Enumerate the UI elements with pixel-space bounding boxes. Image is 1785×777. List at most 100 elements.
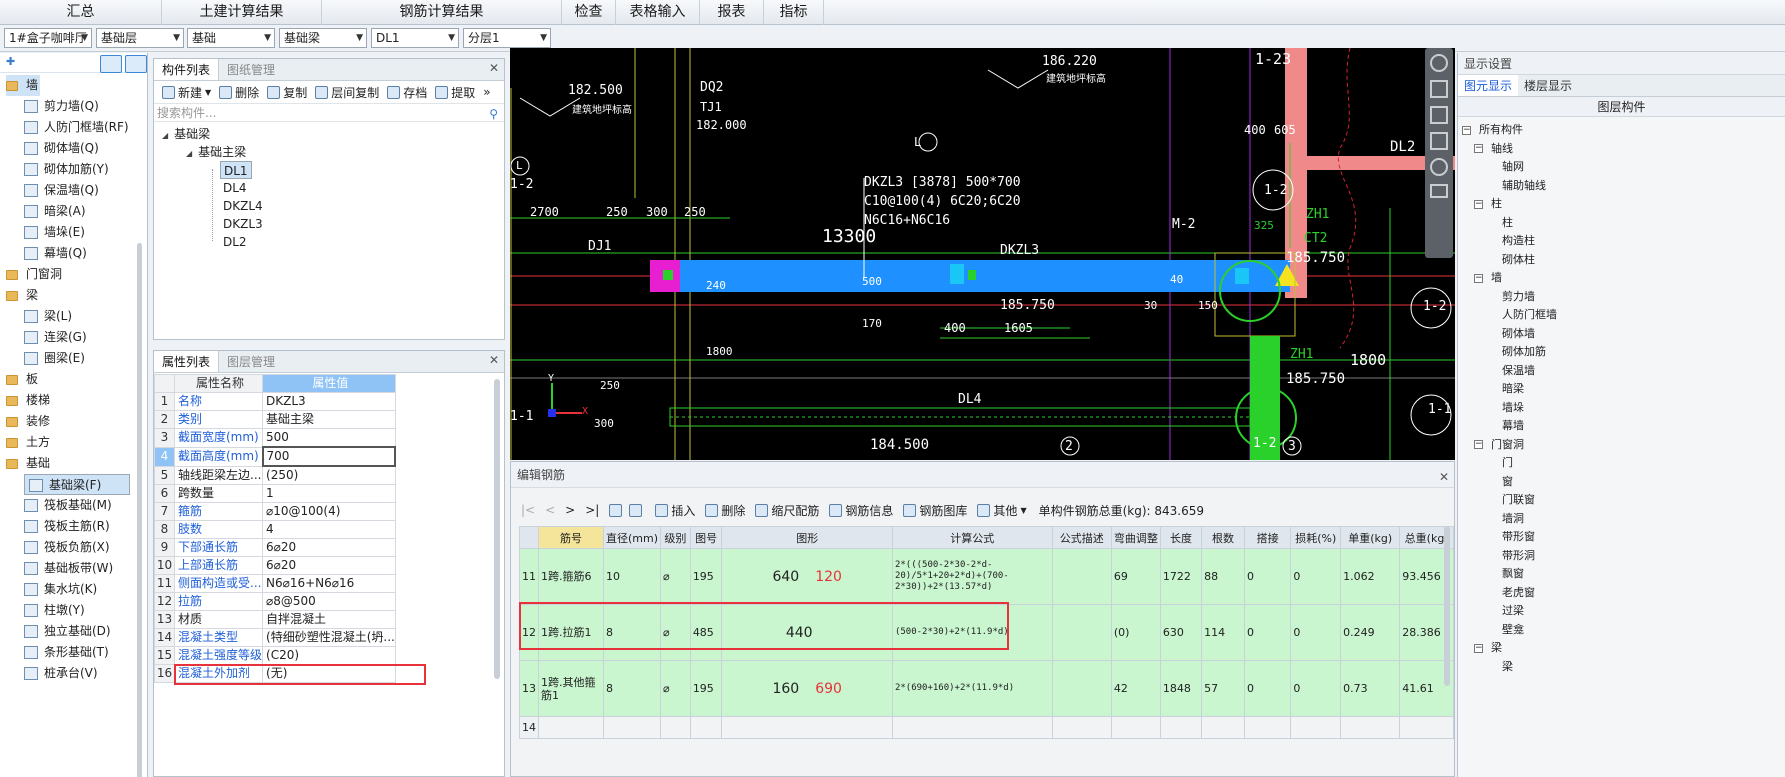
rebar-count[interactable]: 57 (1201, 660, 1245, 717)
rebar-name[interactable]: 1跨.箍筋6 (537, 548, 605, 605)
layer-tree-item[interactable]: 墙垛 (1502, 399, 1524, 417)
rebar-shape[interactable] (721, 716, 893, 739)
next-icon[interactable]: > (565, 503, 575, 517)
rebar-grade[interactable]: ⌀ (660, 548, 691, 605)
tree-category[interactable]: 板 (6, 369, 136, 390)
tree-component-item[interactable]: 条形基础(T) (24, 642, 130, 663)
rebar-column-header[interactable]: 根数 (1201, 526, 1245, 549)
rebar-len[interactable]: 1722 (1159, 548, 1203, 605)
layer-tree-item[interactable]: 老虎窗 (1502, 584, 1535, 602)
layer-tree-item[interactable]: 轴网 (1502, 158, 1524, 176)
rebar-column-header[interactable]: 计算公式 (891, 526, 1053, 549)
tree-component-item[interactable]: 墙垛(E) (24, 222, 130, 243)
menu-civil-results[interactable]: 土建计算结果 (162, 0, 322, 25)
tree-component-item[interactable]: 筏板主筋(R) (24, 516, 130, 537)
layer-tree-item[interactable]: 砌体加筋 (1502, 343, 1546, 361)
property-value[interactable]: 500 (262, 428, 396, 448)
rebar-grade[interactable]: ⌀ (660, 660, 691, 717)
rebar-total[interactable] (1399, 716, 1454, 739)
collapse-box-icon[interactable]: − (1474, 643, 1483, 653)
item-select[interactable]: DL1 ▼ (371, 28, 459, 48)
tree-component-item[interactable]: 剪力墙(Q) (24, 96, 130, 117)
cube-icon[interactable] (1430, 80, 1448, 98)
rebar-fig[interactable]: 195 (689, 548, 723, 605)
layer-tree-item[interactable]: 构造柱 (1502, 232, 1535, 250)
layer-tree-item[interactable]: 壁龛 (1502, 621, 1524, 639)
layer-tree-item[interactable]: − 柱 (1474, 195, 1502, 213)
tree-component-item[interactable]: 筏板基础(M) (24, 495, 130, 516)
layer-tree-item[interactable]: 带形窗 (1502, 528, 1535, 546)
property-row[interactable]: 14 混凝土类型 (特细砂塑性混凝土(坍... (154, 628, 396, 647)
tab-element-display[interactable]: 图元显示 (1458, 75, 1519, 96)
rebar-bend[interactable]: 42 (1110, 660, 1161, 717)
property-row[interactable]: 3 截面宽度(mm) 500 (154, 428, 396, 448)
menu-table-input[interactable]: 表格输入 (616, 0, 700, 25)
first-icon[interactable]: |< (521, 503, 535, 517)
layer-tree-item[interactable]: − 门窗洞 (1474, 436, 1524, 454)
layers-icon[interactable] (1430, 106, 1448, 124)
rebar-shape[interactable]: 640 120 (721, 548, 893, 605)
tree-component-item[interactable]: 连梁(G) (24, 327, 130, 348)
layer-tree-item[interactable]: 柱 (1502, 214, 1513, 232)
list-view-icon[interactable] (100, 55, 122, 73)
tab-drawing-management[interactable]: 图纸管理 (219, 59, 283, 80)
collapse-box-icon[interactable]: − (1474, 273, 1483, 283)
property-row[interactable]: 12 拉筋 ⌀8@500 (154, 592, 396, 611)
copy-button[interactable]: 复制 (267, 84, 307, 101)
tree-node-root[interactable]: ◢ 基础梁 (162, 125, 210, 143)
property-value[interactable]: ⌀10@100(4) (262, 502, 396, 521)
tree-category[interactable]: 楼梯 (6, 390, 136, 411)
property-value[interactable]: (C20) (262, 646, 396, 665)
rebar-count[interactable]: 114 (1201, 604, 1245, 661)
rebar-desc[interactable] (1051, 716, 1112, 739)
tree-category[interactable]: 墙 (6, 75, 40, 96)
rebar-column-header[interactable]: 图号 (689, 526, 723, 549)
rebar-column-header[interactable]: 长度 (1159, 526, 1203, 549)
property-value[interactable]: ⌀8@500 (262, 592, 396, 611)
rebar-row[interactable]: 13 1跨.其他箍筋1 8 ⌀ 195 160 690 2*(690+160)+2*(11.9… (519, 660, 1454, 717)
layer-tree-item[interactable]: 飘窗 (1502, 565, 1524, 583)
rebar-column-header[interactable]: 单重(kg) (1340, 526, 1401, 549)
rebar-dia[interactable] (603, 716, 662, 739)
rebar-lap[interactable]: 0 (1243, 660, 1292, 717)
tree-component-item[interactable]: 桩承台(V) (24, 663, 130, 684)
rebar-fig[interactable] (689, 716, 723, 739)
rebar-len[interactable]: 1848 (1159, 660, 1203, 717)
archive-button[interactable]: 存档 (387, 84, 427, 101)
tree-node-group[interactable]: ◢ 基础主梁 (186, 143, 246, 161)
tree-component-item[interactable]: 幕墙(Q) (24, 243, 130, 264)
rebar-count[interactable] (1201, 716, 1245, 739)
property-scrollbar[interactable] (494, 379, 500, 679)
menu-rebar-results[interactable]: 钢筋计算结果 (322, 0, 562, 25)
tree-component-item[interactable]: 暗梁(A) (24, 201, 130, 222)
component-item-dkzl4[interactable]: DKZL4 (223, 197, 263, 215)
rebar-lap[interactable]: 0 (1243, 604, 1292, 661)
layer-tree-item[interactable]: 窗 (1502, 473, 1513, 491)
layer-tree-item[interactable]: 幕墙 (1502, 417, 1524, 435)
rebar-unit[interactable] (1340, 716, 1401, 739)
tab-layer-management[interactable]: 图层管理 (219, 351, 283, 372)
rebar-info-button[interactable]: 钢筋信息 (829, 502, 893, 519)
close-icon[interactable]: ✕ (489, 61, 499, 75)
property-value[interactable]: 4 (262, 520, 396, 539)
property-value[interactable]: (特细砂塑性混凝土(坍... (262, 628, 396, 647)
rebar-lap[interactable]: 0 (1243, 548, 1292, 605)
menu-indicator[interactable]: 指标 (764, 0, 824, 25)
tree-component-item[interactable]: 砌体加筋(Y) (24, 159, 130, 180)
component-item-dl2[interactable]: DL2 (223, 233, 247, 251)
property-row[interactable]: 7 箍筋 ⌀10@100(4) (154, 502, 396, 521)
rebar-dia[interactable]: 10 (603, 548, 662, 605)
drawing-canvas[interactable]: 182.500 建筑地坪标高 DQ2 TJ1 182.000 186.220 建筑地坪标高 1… (510, 48, 1455, 460)
rebar-unit[interactable]: 1.062 (1340, 548, 1401, 605)
property-row[interactable]: 13 材质 自拌混凝土 (154, 610, 396, 629)
rebar-name[interactable]: 1跨.其他箍筋1 (537, 660, 605, 717)
component-item-dl4[interactable]: DL4 (223, 179, 247, 197)
tree-category[interactable]: 土方 (6, 432, 136, 453)
component-item-dl1[interactable]: DL1 (220, 161, 252, 179)
insert-button[interactable]: 插入 (655, 502, 695, 519)
move-up-icon[interactable] (609, 503, 623, 517)
rebar-unit[interactable]: 0.249 (1340, 604, 1401, 661)
rebar-name[interactable] (537, 716, 605, 739)
rebar-row[interactable]: 14 (519, 716, 1454, 739)
floor-copy-button[interactable]: 层间复制 (315, 84, 379, 101)
